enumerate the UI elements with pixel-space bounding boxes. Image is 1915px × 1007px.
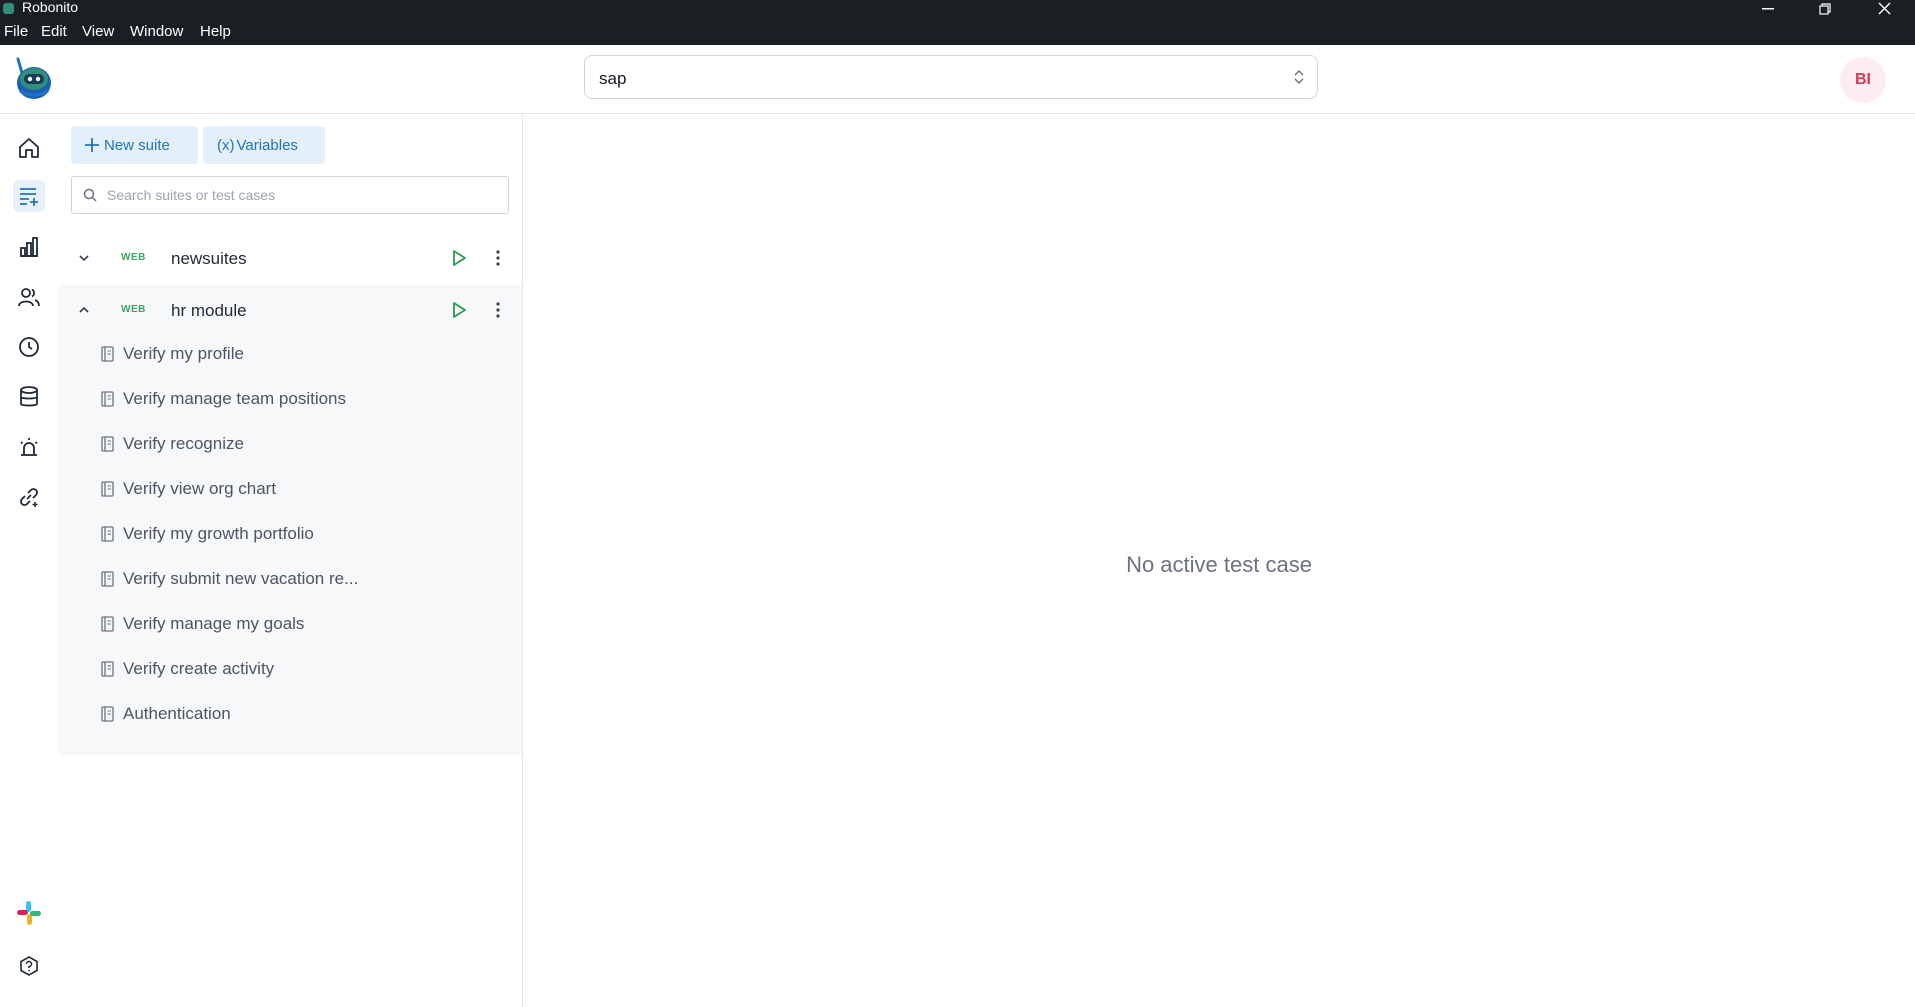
test-case-icon [101,571,114,592]
play-icon[interactable] [451,301,467,324]
suite-type-badge: WEB [121,304,146,315]
main-content: No active test case [523,114,1915,1007]
suite-name: hr module [171,301,247,320]
menu-edit[interactable]: Edit [41,23,67,40]
test-case-icon [101,436,114,457]
more-options-icon[interactable] [495,249,501,272]
users-icon[interactable] [13,281,45,313]
plus-icon [85,138,99,152]
test-case-label: Verify submit new vacation re... [123,569,359,588]
chevron-down-icon[interactable] [78,251,90,269]
menu-bar: File Edit View Window Help [0,17,1915,45]
test-case-icon [101,391,114,412]
play-icon[interactable] [451,249,467,272]
test-suites-icon[interactable] [13,180,45,212]
slack-icon[interactable] [13,897,45,929]
help-icon[interactable] [13,950,45,982]
chevron-up-icon[interactable] [78,303,90,321]
menu-view[interactable]: View [82,23,114,40]
alerts-icon[interactable] [13,431,45,463]
suite-row[interactable]: WEB hr module [58,285,522,337]
test-case-label: Authentication [123,704,231,723]
suite-name: newsuites [171,249,247,268]
restore-button[interactable] [1805,0,1845,17]
app-header: sap BI [0,45,1915,114]
integrations-icon[interactable] [13,481,45,513]
user-avatar[interactable]: BI [1840,57,1886,103]
menu-file[interactable]: File [4,23,28,40]
test-case-item[interactable]: Verify view org chart [58,468,522,512]
minimize-button[interactable] [1748,0,1788,17]
test-case-icon [101,481,114,502]
reports-icon[interactable] [13,231,45,263]
test-case-label: Verify my growth portfolio [123,524,314,543]
test-case-item[interactable]: Verify create activity [58,648,522,692]
test-case-item[interactable]: Authentication [58,693,522,737]
project-select[interactable]: sap [584,55,1318,99]
history-icon[interactable] [13,331,45,363]
suite-type-badge: WEB [121,252,146,263]
test-case-icon [101,706,114,727]
variables-label: Variables [236,136,298,154]
test-case-item[interactable]: Verify recognize [58,423,522,467]
search-placeholder: Search suites or test cases [107,187,276,203]
robonito-logo-icon[interactable] [12,55,54,101]
test-case-label: Verify manage my goals [123,614,305,633]
test-case-item[interactable]: Verify manage team positions [58,378,522,422]
test-case-icon [101,526,114,547]
window-title: Robonito [22,0,79,15]
test-case-icon [101,346,114,367]
test-case-item[interactable]: Verify my profile [58,333,522,377]
test-case-item[interactable]: Verify submit new vacation re... [58,558,522,602]
left-nav [0,114,59,1007]
test-case-label: Verify create activity [123,659,275,678]
home-icon[interactable] [13,132,45,164]
variables-icon: (x) [217,136,235,154]
close-button[interactable] [1864,0,1904,17]
database-icon[interactable] [13,381,45,413]
test-case-label: Verify view org chart [123,479,277,498]
suite-panel: New suite (x) Variables Search suites or… [58,114,524,1007]
expanded-suite: WEB hr module Verify my profile Verify m… [58,285,522,755]
menu-window[interactable]: Window [130,23,183,40]
test-case-icon [101,661,114,682]
chevron-up-down-icon [1293,68,1305,91]
test-case-item[interactable]: Verify my growth portfolio [58,513,522,557]
new-suite-label: New suite [104,136,170,154]
test-case-label: Verify my profile [123,344,244,363]
search-icon [83,188,97,207]
more-options-icon[interactable] [495,301,501,324]
project-select-value: sap [599,69,627,88]
new-suite-button[interactable]: New suite [71,126,198,164]
menu-help[interactable]: Help [200,23,231,40]
empty-state-message: No active test case [1126,552,1312,577]
test-case-item[interactable]: Verify manage my goals [58,603,522,647]
suite-row[interactable]: WEB newsuites [58,233,522,285]
test-case-label: Verify manage team positions [123,389,347,408]
test-case-label: Verify recognize [123,434,244,453]
title-bar: Robonito [0,0,1915,17]
search-input[interactable]: Search suites or test cases [71,176,509,214]
test-case-icon [101,616,114,637]
app-icon [3,3,14,14]
variables-button[interactable]: (x) Variables [203,126,325,164]
